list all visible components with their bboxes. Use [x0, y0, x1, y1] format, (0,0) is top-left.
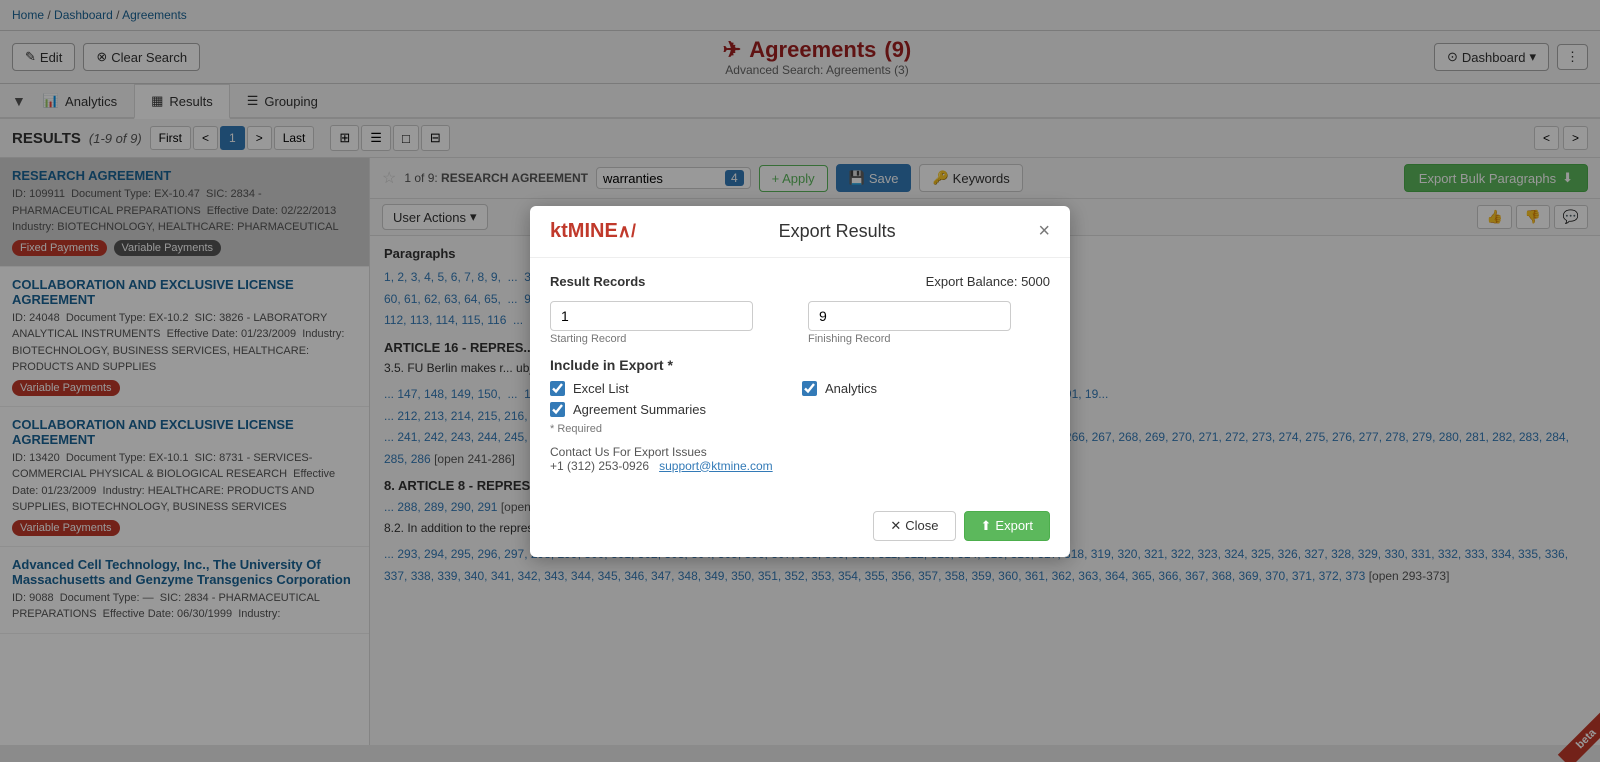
export-results-modal: ktMINE∧/ Export Results × Result Records…	[530, 206, 1070, 557]
contact-phone: +1 (312) 253-0926	[550, 459, 649, 473]
modal-header: ktMINE∧/ Export Results ×	[530, 206, 1070, 258]
modal-records-row: Result Records Export Balance: 5000	[550, 274, 1050, 289]
checkbox-summaries-row: Agreement Summaries	[550, 402, 798, 417]
required-note: * Required	[550, 423, 1050, 435]
include-section: Include in Export * Excel List Agreement…	[550, 357, 1050, 435]
starting-record-label: Starting Record	[550, 333, 792, 345]
checkbox-analytics-row: Analytics	[802, 381, 1050, 396]
modal-footer: ✕ Close ⬆ Export	[530, 501, 1070, 557]
ktmine-logo: ktMINE∧/	[550, 220, 636, 243]
export-balance-value: 5000	[1021, 274, 1050, 289]
logo-kt: ktMINE	[550, 220, 618, 242]
result-records-label: Result Records	[550, 274, 792, 289]
modal-export-button[interactable]: ⬆ Export	[964, 511, 1050, 541]
excel-list-label: Excel List	[573, 381, 629, 396]
modal-close-button[interactable]: ×	[1038, 221, 1050, 241]
modal-title: Export Results	[779, 221, 896, 242]
close-x-icon: ✕	[890, 518, 901, 534]
checkbox-excel-row: Excel List	[550, 381, 798, 396]
finishing-record-label: Finishing Record	[808, 333, 1050, 345]
starting-record-input[interactable]	[550, 301, 753, 331]
analytics-label: Analytics	[825, 381, 877, 396]
include-title: Include in Export *	[550, 357, 1050, 373]
export-balance-label: Export Balance:	[926, 274, 1018, 289]
finishing-record-input[interactable]	[808, 301, 1011, 331]
agreement-summaries-checkbox[interactable]	[550, 402, 565, 417]
agreement-summaries-label: Agreement Summaries	[573, 402, 706, 417]
contact-section: Contact Us For Export Issues +1 (312) 25…	[550, 445, 1050, 473]
excel-list-checkbox[interactable]	[550, 381, 565, 396]
contact-label: Contact Us For Export Issues	[550, 445, 1050, 459]
modal-overlay: ktMINE∧/ Export Results × Result Records…	[0, 0, 1600, 762]
upload-icon: ⬆	[981, 518, 992, 534]
modal-inputs-row: Starting Record Finishing Record	[550, 301, 1050, 345]
logo-wave: ∧/	[618, 221, 636, 241]
contact-email[interactable]: support@ktmine.com	[659, 459, 773, 473]
modal-body: Result Records Export Balance: 5000 Star…	[530, 258, 1070, 501]
modal-close-action-button[interactable]: ✕ Close	[873, 511, 955, 541]
analytics-checkbox[interactable]	[802, 381, 817, 396]
include-checkboxes-grid: Excel List Agreement Summaries Analytics	[550, 381, 1050, 423]
